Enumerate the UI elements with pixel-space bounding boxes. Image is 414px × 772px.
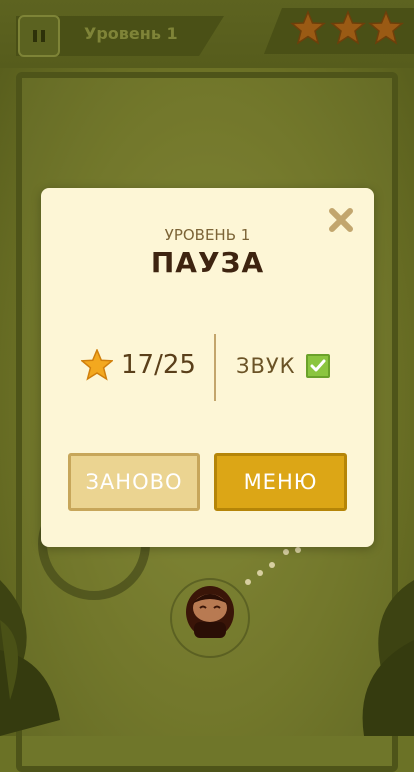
character-sprite [186,586,234,638]
pause-icon [33,30,45,42]
star-icon [81,349,113,381]
stars-counter: 17/25 [121,350,196,380]
trajectory-dots [245,547,301,585]
stats-divider [214,334,216,401]
star-icon [368,10,404,45]
hud-level-title: Уровень 1 [84,24,178,43]
foliage-left [0,580,60,736]
sound-toggle-checkbox[interactable] [306,354,330,378]
star-icon [330,10,366,45]
dialog-level-label: УРОВЕНЬ 1 [164,226,251,244]
menu-button[interactable]: МЕНЮ [214,453,347,511]
pause-button[interactable] [18,15,60,57]
retry-button[interactable]: ЗАНОВО [68,453,200,511]
foliage-right [362,580,414,736]
sound-label: ЗВУК [236,354,296,378]
dialog-title: ПАУЗА [150,246,265,279]
star-icon [290,10,326,45]
check-icon [310,359,326,372]
pause-dialog: УРОВЕНЬ 1 ПАУЗА 17/25 ЗВУК ЗАНОВО МЕНЮ [41,188,374,547]
